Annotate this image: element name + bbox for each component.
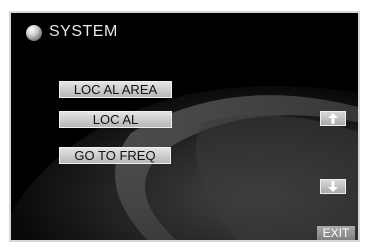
disc-icon [26, 25, 42, 41]
scroll-down-button[interactable] [320, 179, 346, 194]
menu-item-go-to-freq[interactable]: GO TO FREQ [59, 147, 171, 164]
scroll-up-button[interactable] [320, 111, 346, 126]
menu-item-local[interactable]: LOC AL [59, 111, 172, 128]
page-title: SYSTEM [49, 23, 118, 40]
menu-item-local-area[interactable]: LOC AL AREA [59, 81, 172, 98]
arrow-down-icon [328, 181, 338, 192]
arrow-up-icon [328, 113, 338, 124]
exit-button[interactable]: EXIT [317, 226, 355, 240]
system-screen: SYSTEM LOC AL AREA LOC AL GO TO FREQ EXI… [9, 11, 360, 242]
